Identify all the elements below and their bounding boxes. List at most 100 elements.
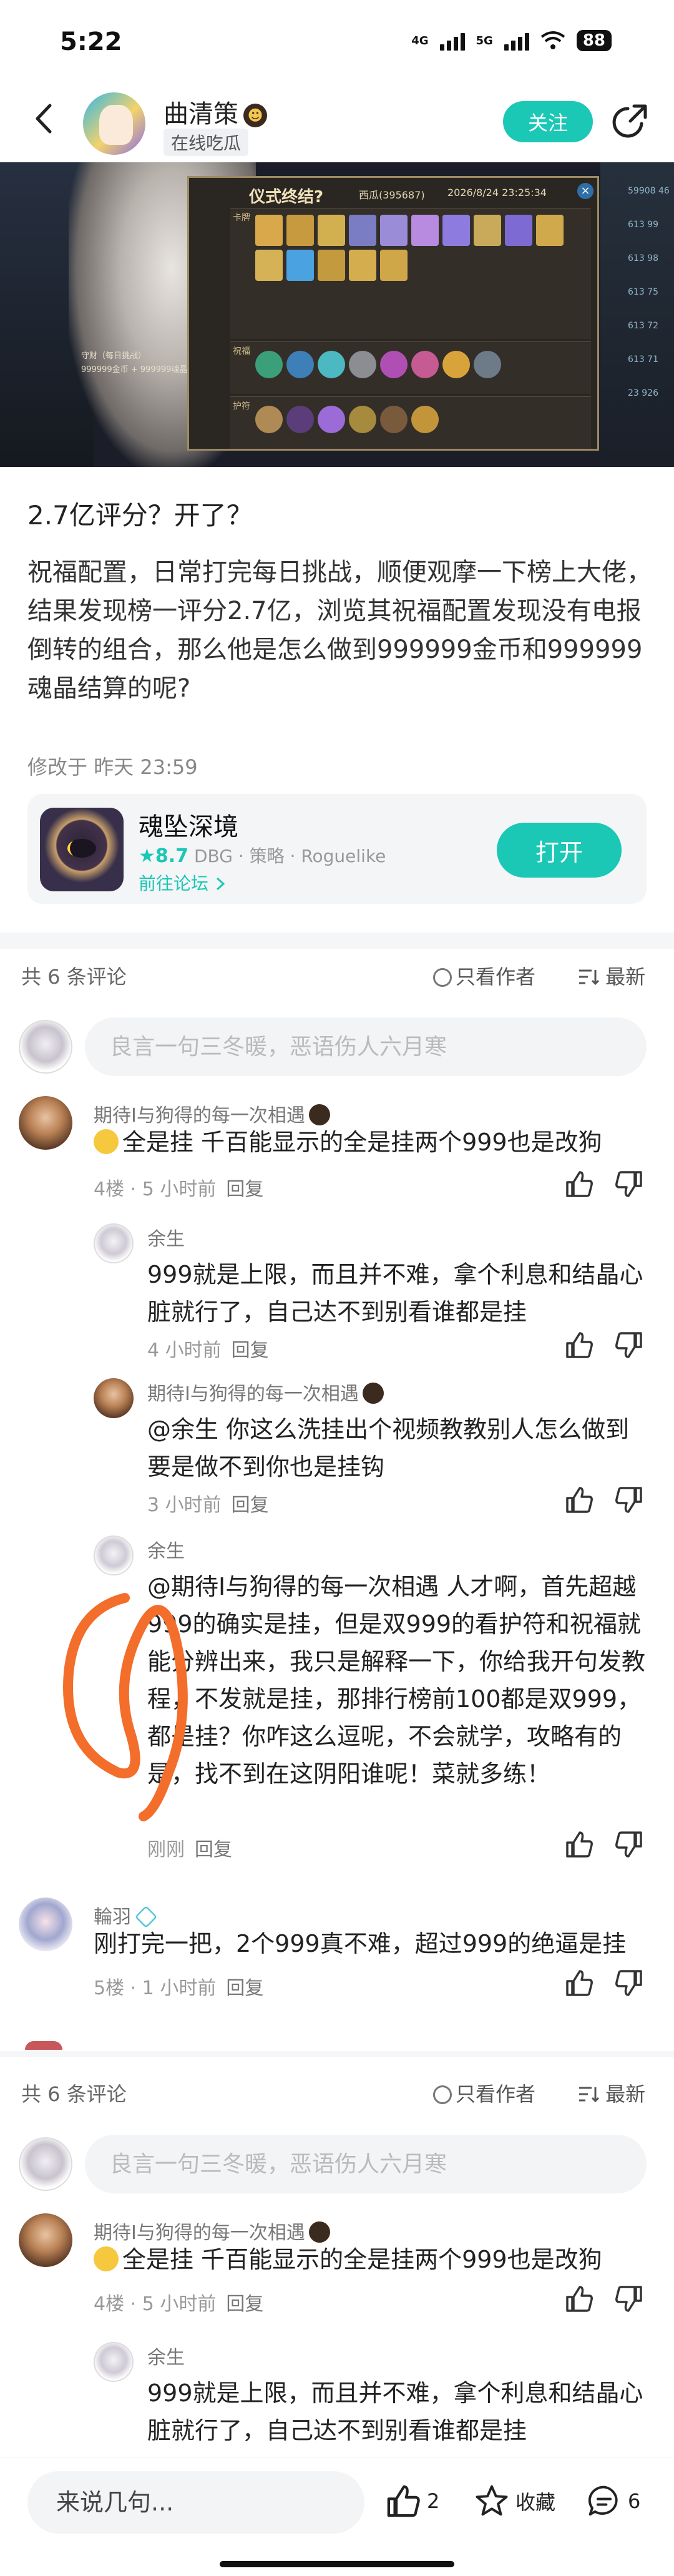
sort-toggle[interactable]: 最新 (578, 2079, 645, 2107)
dislike-icon[interactable] (615, 1486, 643, 1514)
game-name: 魂坠深境 (139, 813, 238, 841)
quick-comment-input[interactable] (27, 2471, 364, 2534)
game-forum-link[interactable]: 前往论坛 (139, 870, 227, 895)
author-name[interactable]: 曲清策 (164, 100, 238, 129)
like-icon[interactable] (565, 1486, 593, 1514)
reply-button[interactable]: 回复 (226, 1178, 263, 1200)
dislike-icon[interactable] (615, 2285, 643, 2313)
cover-amulets-row: 护符 (230, 396, 591, 449)
like-icon[interactable] (565, 1331, 593, 1359)
like-icon[interactable] (565, 1969, 593, 1997)
comment-text: @余生 你这么洗挂出个视频教教别人怎么做到 要是做不到你也是挂钩 (147, 1416, 630, 1481)
reply-button[interactable]: 回复 (195, 1839, 232, 1861)
chevron-right-icon (216, 877, 225, 891)
dislike-icon[interactable] (615, 1830, 643, 1859)
commenter-avatar[interactable] (19, 1096, 72, 1150)
commenter-name[interactable]: 余生 (147, 2342, 185, 2369)
author-only-label[interactable]: 只看作者 (456, 2082, 535, 2106)
commenter-name[interactable]: 余生 (147, 1223, 185, 1251)
comment-input-row (0, 2131, 674, 2200)
like-post-button[interactable]: 2 (386, 2484, 439, 2519)
cover-row-label: 护符 (233, 401, 250, 411)
comment-text: @期待I与狗得的每一次相遇 人才啊，首先超越999的确实是挂，但是双999的看护… (147, 1573, 646, 1788)
like-icon[interactable] (565, 1170, 593, 1198)
dislike-icon[interactable] (615, 1969, 643, 1997)
comments-header: 共 6 条评论 只看作者 最新 (0, 2066, 674, 2116)
favorite-button[interactable]: 收藏 (474, 2484, 555, 2519)
commenter-avatar[interactable] (94, 1535, 134, 1575)
dislike-icon[interactable] (615, 1170, 643, 1198)
post-title: 2.7亿评分？开了？ (27, 500, 253, 531)
follow-button[interactable]: 关注 (503, 101, 593, 142)
comment-meta: 4楼 · 5 小时前 回复 (94, 2288, 263, 2316)
author-name-row[interactable]: 曲清策 ☻ (164, 94, 267, 130)
smile-emoji-icon (94, 2246, 119, 2271)
sort-icon (579, 2087, 600, 2103)
sort-label[interactable]: 最新 (605, 2082, 645, 2106)
back-arrow-icon (36, 104, 52, 134)
cover-result-panel: 仪式终结? 西瓜(395687) 2026/8/24 23:25:34 × 卡牌… (187, 176, 599, 451)
status-time: 5:22 (60, 27, 122, 56)
comment-text: 全是挂 千百能显示的全是挂两个999也是改狗 (122, 2246, 602, 2273)
commenter-avatar[interactable] (19, 2213, 72, 2267)
cover-blessings-row: 祝福 (230, 341, 591, 394)
open-game-button[interactable]: 打开 (497, 823, 622, 878)
post-body: 祝福配置，日常打完每日挑战，顺便观摩一下榜上大佬，结果发现榜一评分2.7亿，浏览… (27, 558, 652, 703)
sort-toggle[interactable]: 最新 (578, 961, 645, 990)
comment-text: 999就是上限，而且并不难，拿个利息和结晶心脏就行了，自己达不到别看谁都是挂 (147, 2379, 643, 2444)
dislike-icon[interactable] (615, 1331, 643, 1359)
game-card[interactable]: 魂坠深境 ★8.7 DBG · 策略 · Roguelike 前往论坛 打开 (27, 794, 647, 904)
reply-button[interactable]: 回复 (226, 1977, 263, 1999)
comment-floor-time: 5楼 · 1 小时前 (94, 1977, 217, 1999)
author-only-label[interactable]: 只看作者 (456, 965, 535, 989)
back-button[interactable] (25, 100, 62, 137)
author-badge-icon: ☻ (243, 104, 267, 127)
reply-button[interactable]: 回复 (226, 2293, 263, 2315)
commenter-avatar[interactable] (19, 1898, 72, 1951)
commenter-avatar[interactable] (94, 1378, 134, 1418)
cover-panel-date: 2026/8/24 23:25:34 (447, 187, 547, 198)
comment-text: 999就是上限，而且并不难，拿个利息和结晶心脏就行了，自己达不到别看谁都是挂 (147, 1261, 643, 1326)
sort-label[interactable]: 最新 (605, 965, 645, 989)
reply-button[interactable]: 回复 (232, 1339, 269, 1361)
like-count: 2 (427, 2489, 440, 2513)
star-icon (476, 2485, 508, 2516)
author-only-toggle[interactable]: 只看作者 (433, 2079, 535, 2107)
commenter-avatar[interactable] (94, 2342, 134, 2382)
network-4g-label: 4G (411, 34, 429, 47)
reply-button[interactable]: 回复 (232, 1494, 269, 1516)
sort-icon (579, 969, 600, 986)
comment-meta: 4 小时前 回复 (147, 1335, 269, 1362)
author-avatar[interactable] (81, 91, 147, 157)
comment-text-row: 全是挂 千百能显示的全是挂两个999也是改狗 (94, 2241, 643, 2278)
comment-floor-time: 4楼 · 5 小时前 (94, 2293, 217, 2315)
comment-time: 4 小时前 (147, 1339, 222, 1361)
smile-emoji-icon (94, 1129, 119, 1154)
share-button[interactable] (610, 101, 650, 141)
comment-bubble-icon (588, 2485, 618, 2516)
signal-icon-2 (504, 31, 529, 51)
post-edited-time: 修改于 昨天 23:59 (27, 755, 198, 779)
like-icon[interactable] (565, 1830, 593, 1859)
home-indicator[interactable] (220, 2561, 454, 2567)
comments-header: 共 6 条评论 只看作者 最新 (0, 949, 674, 999)
commenter-name[interactable]: 期待I与狗得的每一次相遇 (147, 1383, 359, 1405)
cover-row-label: 祝福 (233, 346, 250, 356)
cover-panel-title: 仪式终结? (249, 188, 324, 207)
wifi-icon (540, 31, 565, 49)
commenter-avatar[interactable] (94, 1223, 134, 1263)
commenter-name[interactable]: 余生 (147, 1535, 185, 1563)
cover-side-info: 守财（每日挑战） 999999金币 + 999999魂晶 (81, 350, 200, 377)
comment-input[interactable] (85, 1017, 647, 1076)
game-icon (40, 808, 124, 891)
commenter-name-row: 期待I与狗得的每一次相遇 (147, 1378, 384, 1406)
network-5g-label: 5G (476, 34, 493, 47)
author-only-toggle[interactable]: 只看作者 (433, 961, 535, 990)
like-icon[interactable] (565, 2285, 593, 2313)
game-forum-label[interactable]: 前往论坛 (139, 873, 208, 894)
post-cover-image[interactable]: 59908 46 613 99 613 98 613 75 613 72 613 71 23… (0, 162, 674, 467)
comment-text: 刚打完一把，2个999真不难，超过999的绝逼是挂 (94, 1930, 627, 1957)
comment-floor-time: 4楼 · 5 小时前 (94, 1178, 217, 1200)
comments-button[interactable]: 6 (587, 2484, 640, 2519)
comment-input[interactable] (85, 2135, 647, 2193)
